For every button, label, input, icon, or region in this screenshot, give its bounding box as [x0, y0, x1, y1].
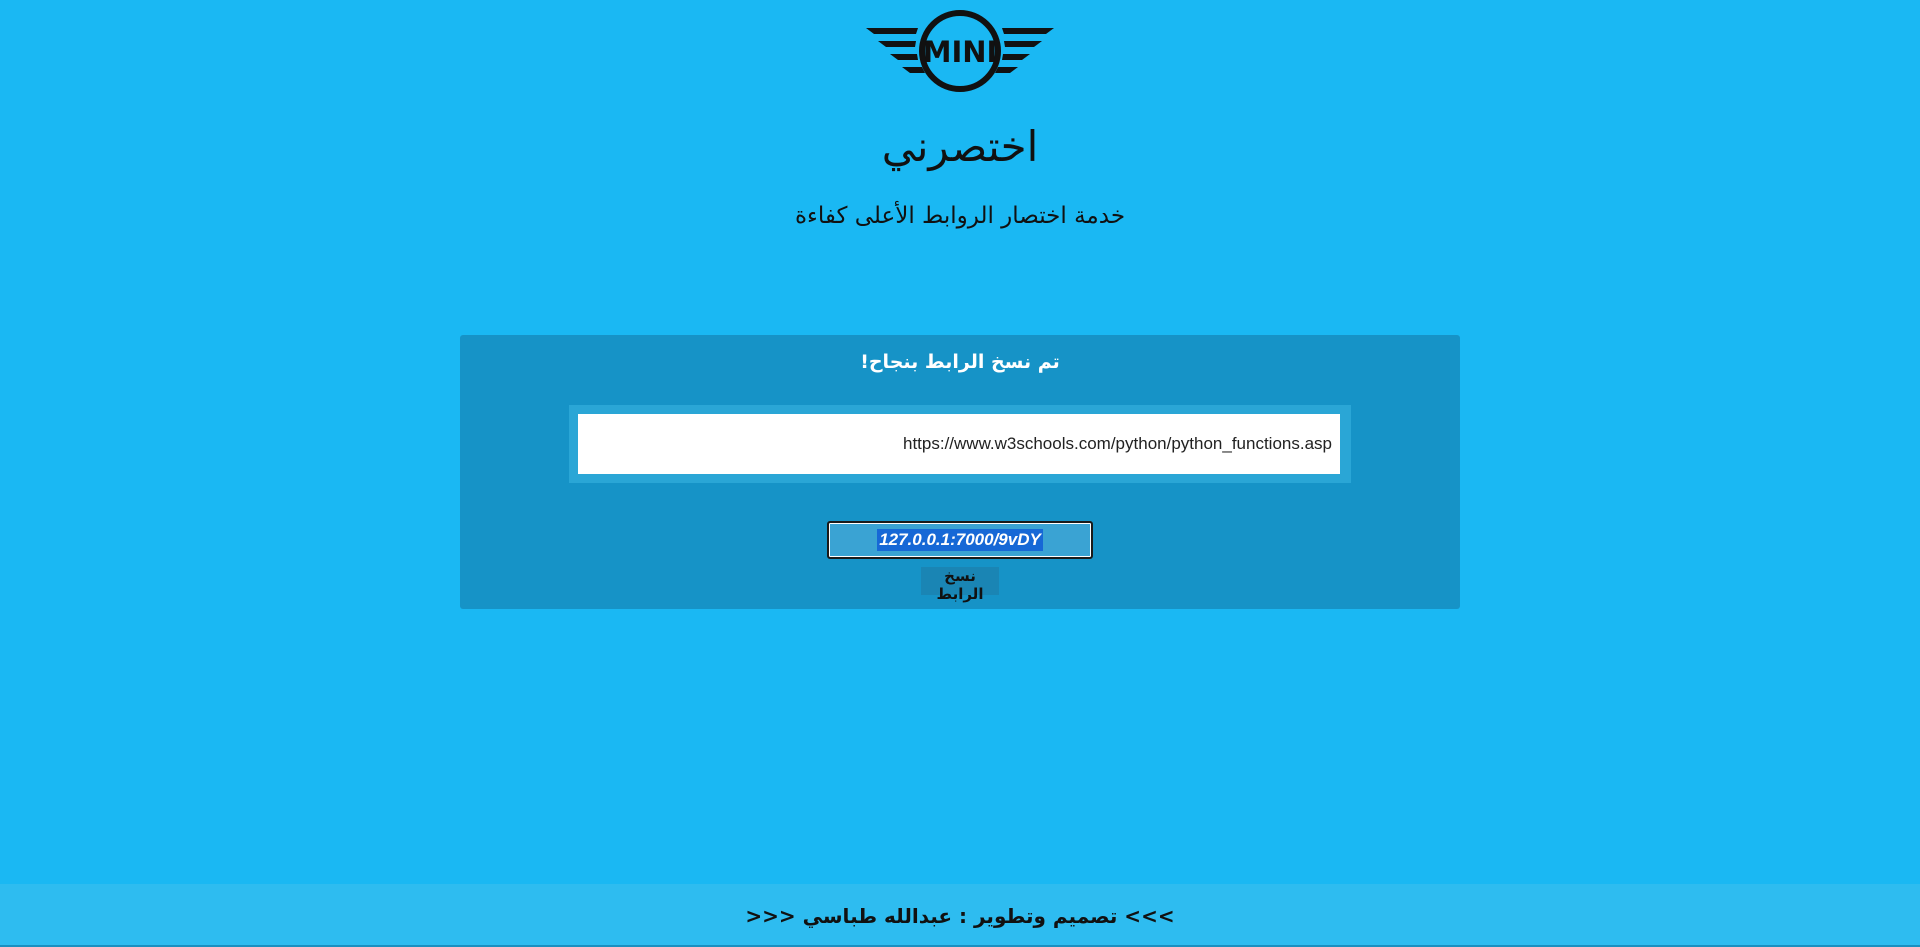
page: MINI اختصرني خدمة اختصار الروابط الأعلى … [0, 0, 1920, 947]
page-title: اختصرني [881, 122, 1039, 171]
success-message: تم نسخ الرابط بنجاح! [860, 351, 1060, 373]
copy-link-button[interactable]: نسخ الرابط [921, 567, 999, 603]
svg-text:MINI: MINI [923, 35, 998, 69]
short-url-text: 127.0.0.1:7000/9vDY [877, 529, 1043, 551]
original-url-field[interactable] [578, 414, 1340, 474]
mini-logo: MINI [866, 10, 1054, 92]
short-url-field[interactable]: 127.0.0.1:7000/9vDY [827, 521, 1093, 559]
original-url-container [569, 405, 1351, 483]
page-subtitle: خدمة اختصار الروابط الأعلى كفاءة [794, 203, 1126, 229]
result-card: تم نسخ الرابط بنجاح! 127.0.0.1:7000/9vDY… [460, 335, 1460, 609]
footer-credit: >>> تصميم وتطوير : عبدالله طباسي <<< [745, 904, 1175, 928]
footer: >>> تصميم وتطوير : عبدالله طباسي <<< [0, 884, 1920, 947]
